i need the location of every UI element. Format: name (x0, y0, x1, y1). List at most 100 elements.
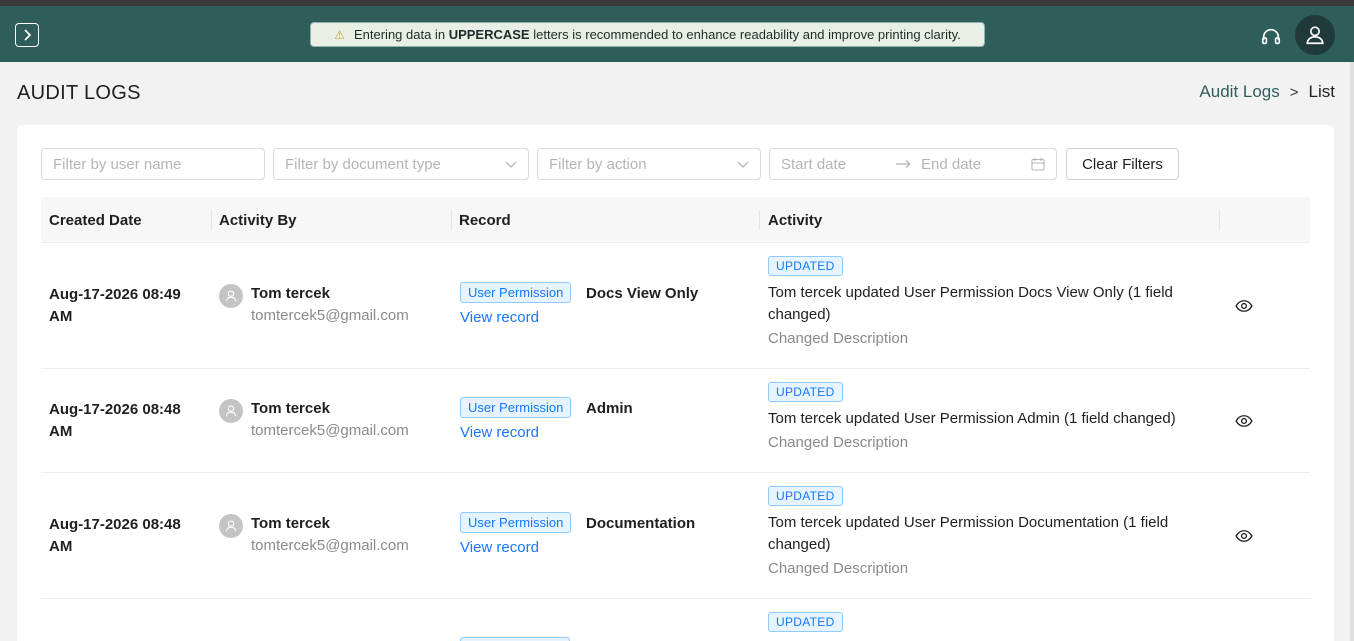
created-date-time: Aug-17-2026 08:48 (49, 401, 181, 418)
activity-description: Tom tercek updated User Permission Docs … (768, 284, 1173, 323)
avatar (219, 514, 243, 538)
column-header-activity-by[interactable]: Activity By (219, 197, 297, 243)
document-type-filter-placeholder: Filter by document type (285, 155, 441, 173)
table-row: Aug-17-2026 08:49 AM Tom tercek tomterce… (41, 243, 1310, 369)
action-badge: UPDATED (768, 612, 843, 632)
start-date-placeholder: Start date (781, 155, 847, 173)
column-divider (759, 210, 760, 230)
user-email: tomtercek5@gmail.com (251, 307, 409, 324)
table-row: Aug-17-2026 08:48 AM Tom tercek tomterce… (41, 369, 1310, 473)
calendar-icon (1031, 158, 1045, 171)
activity-by: Tom tercek tomtercek5@gmail.com (251, 515, 409, 554)
notice-suffix: letters is recommended to enhance readab… (533, 27, 961, 42)
user-icon (225, 520, 237, 532)
table-row: Aug-17-2026 08:48 AM Tom tercek tomterce… (41, 473, 1310, 599)
user-name: Tom tercek (251, 285, 330, 302)
action-filter-select[interactable]: Filter by action (537, 148, 761, 180)
column-divider (211, 210, 212, 230)
user-icon (225, 405, 237, 417)
sidebar-toggle-button[interactable] (15, 23, 39, 47)
user-avatar (219, 514, 243, 538)
record-info: User Permission View record (460, 512, 572, 556)
eye-icon[interactable] (1235, 297, 1253, 315)
user-icon (225, 290, 237, 302)
activity-details: UPDATED (768, 612, 843, 632)
view-record-link[interactable]: View record (460, 424, 571, 441)
activity-by: Tom tercek tomtercek5@gmail.com (251, 400, 409, 439)
record-info (460, 637, 570, 641)
headset-icon[interactable] (1260, 26, 1282, 48)
view-record-link[interactable]: View record (460, 539, 571, 556)
column-header-activity[interactable]: Activity (768, 197, 822, 243)
activity-details: UPDATED Tom tercek updated User Permissi… (768, 486, 1198, 577)
avatar (219, 284, 243, 308)
user-avatar (219, 399, 243, 423)
column-divider (451, 210, 452, 230)
breadcrumb-separator: > (1289, 83, 1299, 101)
eye-icon[interactable] (1235, 527, 1253, 545)
chevron-right-icon (24, 29, 32, 41)
action-badge: UPDATED (768, 256, 843, 276)
column-header-created-date[interactable]: Created Date (49, 197, 142, 243)
record-info: User Permission View record (460, 282, 572, 326)
user-name: Tom tercek (251, 515, 330, 532)
user-email: tomtercek5@gmail.com (251, 537, 409, 554)
audit-log-card: Filter by user name Filter by document t… (17, 125, 1334, 641)
notice-prefix: Entering data in (353, 27, 446, 42)
activity-change-summary: Changed Description (768, 434, 909, 451)
activity-change-summary: Changed Description (768, 560, 909, 577)
created-date-ampm: AM (49, 423, 73, 440)
action-badge: UPDATED (768, 486, 843, 506)
table-header: Created Date Activity By Record Activity (41, 197, 1310, 243)
breadcrumb: Audit Logs > List (1199, 82, 1335, 102)
breadcrumb-current: List (1308, 82, 1335, 101)
arrow-right-icon (896, 160, 911, 168)
activity-details: UPDATED Tom tercek updated User Permissi… (768, 382, 1198, 451)
eye-icon[interactable] (1235, 412, 1253, 430)
record-name: Admin (586, 400, 633, 417)
date-range-picker[interactable]: Start date End date (769, 148, 1057, 180)
column-divider (1219, 210, 1220, 230)
user-name: Tom tercek (251, 400, 330, 417)
page-title: AUDIT LOGS (17, 82, 141, 104)
top-bar: ⚠ Entering data in UPPERCASE letters is … (0, 6, 1354, 62)
created-date-time: Aug-17-2026 08:49 (49, 286, 181, 303)
column-header-record[interactable]: Record (459, 197, 511, 243)
chevron-down-icon (737, 161, 749, 168)
created-date-ampm: AM (49, 308, 73, 325)
view-record-link[interactable]: View record (460, 309, 571, 326)
record-type-tag: User Permission (460, 397, 572, 418)
warning-icon: ⚠ (334, 27, 345, 42)
clear-filters-button[interactable]: Clear Filters (1066, 148, 1179, 180)
uppercase-notice-banner: ⚠ Entering data in UPPERCASE letters is … (310, 22, 985, 47)
activity-change-summary: Changed Description (768, 330, 909, 347)
chevron-down-icon (505, 161, 517, 168)
user-email: tomtercek5@gmail.com (251, 422, 409, 439)
profile-button[interactable] (1295, 15, 1335, 55)
user-icon (1306, 26, 1324, 45)
record-name: Docs View Only (586, 285, 699, 302)
user-avatar (219, 284, 243, 308)
breadcrumb-audit-logs-link[interactable]: Audit Logs (1199, 82, 1279, 102)
created-date-time: Aug-17-2026 08:48 (49, 516, 181, 533)
notice-bold: UPPERCASE (448, 27, 530, 42)
activity-details: UPDATED Tom tercek updated User Permissi… (768, 256, 1198, 347)
avatar (219, 399, 243, 423)
user-name-filter-placeholder: Filter by user name (53, 155, 182, 173)
action-filter-placeholder: Filter by action (549, 155, 647, 173)
activity-description: Tom tercek updated User Permission Admin… (768, 410, 1176, 427)
activity-by: Tom tercek tomtercek5@gmail.com (251, 285, 409, 324)
activity-description: Tom tercek updated User Permission Docum… (768, 514, 1169, 553)
created-date: Aug-17-2026 08:48 AM (49, 399, 199, 443)
table-row: UPDATED (41, 599, 1310, 641)
created-date-ampm: AM (49, 538, 73, 555)
end-date-placeholder: End date (921, 155, 982, 173)
record-type-tag: User Permission (460, 512, 572, 533)
record-info: User Permission View record (460, 397, 572, 441)
document-type-filter-select[interactable]: Filter by document type (273, 148, 529, 180)
page-scrollbar[interactable] (1350, 62, 1354, 641)
created-date: Aug-17-2026 08:48 AM (49, 514, 199, 558)
action-badge: UPDATED (768, 382, 843, 402)
record-type-tag: User Permission (460, 282, 572, 303)
user-name-filter-input[interactable]: Filter by user name (41, 148, 265, 180)
